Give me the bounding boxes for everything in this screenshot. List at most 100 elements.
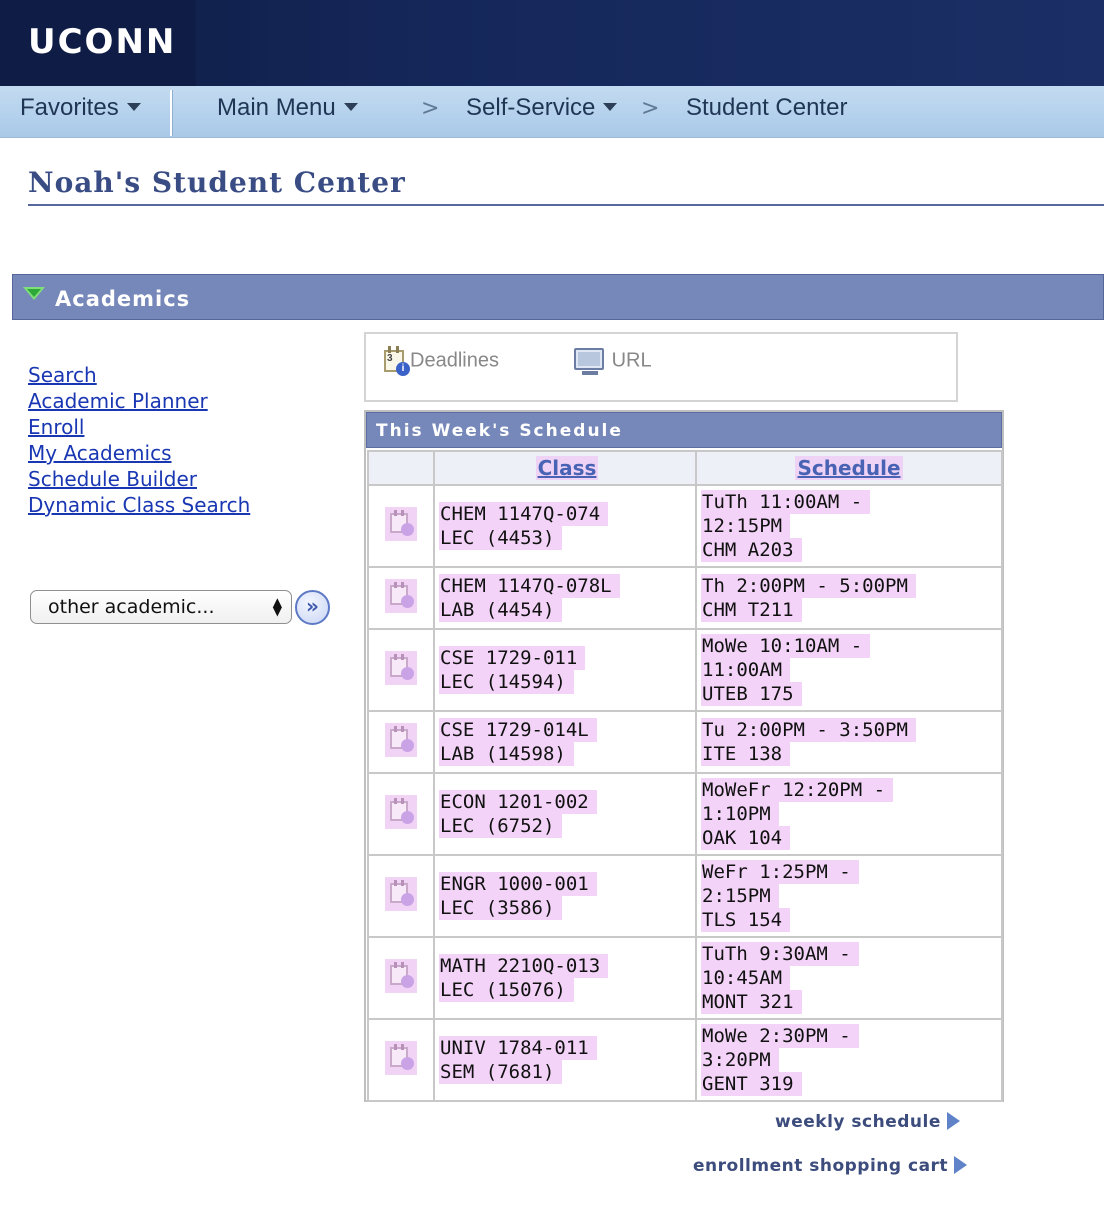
table-row: ENGR 1000-001 LEC (3586) WeFr 1:25PM -2:15…	[367, 854, 1003, 938]
double-chevron-right-icon[interactable]: »	[295, 590, 330, 625]
class-details-icon[interactable]	[385, 650, 417, 685]
row-icon-cell	[367, 1018, 435, 1102]
link-search[interactable]: Search	[28, 362, 250, 388]
schedule-text: WeFr 1:25PM -	[701, 860, 859, 884]
main-menu[interactable]: Main Menu	[217, 94, 358, 122]
link-schedule-builder[interactable]: Schedule Builder	[28, 466, 250, 492]
academics-section-header[interactable]: Academics	[12, 274, 1104, 320]
schedule-text: OAK 104	[701, 826, 791, 850]
class-sort-link[interactable]: Class	[535, 456, 599, 480]
link-dynamic-class-search[interactable]: Dynamic Class Search	[28, 492, 250, 518]
icon-column-header	[367, 450, 435, 486]
uconn-logo[interactable]: UCONN	[0, 0, 196, 86]
chevron-down-icon	[343, 103, 358, 111]
calendar-info-icon: 3i	[382, 346, 410, 376]
table-row: CHEM 1147Q-074 LEC (4453) TuTh 11:00AM -12…	[367, 484, 1003, 568]
link-enroll[interactable]: Enroll	[28, 414, 250, 440]
schedule-table: Class Schedule CHEM 1147Q-074 LEC (4453) T…	[367, 450, 1003, 1102]
schedule-text: Th 2:00PM - 5:00PM	[701, 574, 916, 598]
favorites-menu[interactable]: Favorites	[20, 94, 141, 122]
url-label: URL	[611, 349, 652, 372]
chevron-down-icon	[126, 103, 141, 111]
url-link[interactable]: URL	[574, 346, 652, 376]
class-cell: ENGR 1000-001 LEC (3586)	[433, 854, 697, 938]
schedule-text: 3:20PM	[701, 1048, 779, 1072]
top-banner: UCONN	[0, 0, 1104, 86]
schedule-text: MoWe 2:30PM -	[701, 1024, 859, 1048]
table-row: UNIV 1784-011 SEM (7681) MoWe 2:30PM -3:20…	[367, 1018, 1003, 1102]
link-my-academics[interactable]: My Academics	[28, 440, 250, 466]
schedule-cell: TuTh 9:30AM -10:45AM MONT 321	[695, 936, 1003, 1020]
class-details-icon[interactable]	[385, 958, 417, 993]
weekly-schedule-link[interactable]: weekly schedule	[775, 1112, 960, 1132]
class-cell: MATH 2210Q-013 LEC (15076)	[433, 936, 697, 1020]
breadcrumb-separator: >	[421, 96, 440, 121]
schedule-text: TuTh 11:00AM -	[701, 490, 871, 514]
class-cell: CSE 1729-011 LEC (14594)	[433, 628, 697, 712]
play-arrow-icon	[946, 1112, 960, 1130]
class-text: LAB (14598)	[439, 742, 574, 766]
deadlines-link[interactable]: 3i Deadlines	[382, 346, 499, 376]
table-row: MATH 2210Q-013 LEC (15076) TuTh 9:30AM -10…	[367, 936, 1003, 1020]
student-center-crumb[interactable]: Student Center	[686, 94, 847, 122]
row-icon-cell	[367, 936, 435, 1020]
page-title: Noah's Student Center	[28, 166, 406, 199]
schedule-text: MONT 321	[701, 990, 802, 1014]
schedule-column-header: Schedule	[695, 450, 1003, 486]
section-title: Academics	[55, 287, 191, 311]
class-text: LEC (6752)	[439, 814, 563, 838]
table-row: ECON 1201-002 LEC (6752) MoWeFr 12:20PM -1…	[367, 772, 1003, 856]
class-details-icon[interactable]	[385, 794, 417, 829]
class-text: LAB (4454)	[439, 598, 563, 622]
other-academic-select[interactable]: other academic... ▲ ▼	[30, 590, 292, 624]
title-divider	[28, 204, 1104, 206]
schedule-header: This Week's Schedule	[366, 412, 1002, 448]
class-cell: CHEM 1147Q-074 LEC (4453)	[433, 484, 697, 568]
shopping-cart-label: enrollment shopping cart	[693, 1156, 949, 1176]
schedule-text: MoWeFr 12:20PM -	[701, 778, 894, 802]
schedule-cell: MoWe 10:10AM -11:00AM UTEB 175	[695, 628, 1003, 712]
shopping-cart-link[interactable]: enrollment shopping cart	[693, 1156, 968, 1176]
main-menu-label: Main Menu	[217, 94, 336, 121]
class-text: CSE 1729-014L	[439, 718, 597, 742]
schedule-text: UTEB 175	[701, 682, 802, 706]
class-details-icon[interactable]	[385, 722, 417, 757]
schedule-title: This Week's Schedule	[376, 421, 623, 441]
row-icon-cell	[367, 710, 435, 774]
row-icon-cell	[367, 772, 435, 856]
favorites-label: Favorites	[20, 94, 119, 121]
weekly-schedule-label: weekly schedule	[775, 1112, 941, 1132]
class-details-icon[interactable]	[385, 1040, 417, 1075]
schedule-text: MoWe 10:10AM -	[701, 634, 871, 658]
select-updown-icon: ▲ ▼	[272, 595, 282, 618]
class-text: LEC (4453)	[439, 526, 563, 550]
nav-divider	[170, 90, 173, 136]
schedule-text: CHM T211	[701, 598, 802, 622]
class-text: SEM (7681)	[439, 1060, 563, 1084]
schedule-sort-link[interactable]: Schedule	[795, 456, 903, 480]
breadcrumb-nav: Favorites Main Menu > Self-Service > Stu…	[0, 86, 1104, 138]
class-text: ECON 1201-002	[439, 790, 597, 814]
schedule-text: ITE 138	[701, 742, 791, 766]
class-details-icon[interactable]	[385, 578, 417, 613]
schedule-text: TuTh 9:30AM -	[701, 942, 859, 966]
row-icon-cell	[367, 566, 435, 630]
row-icon-cell	[367, 484, 435, 568]
schedule-text: GENT 319	[701, 1072, 802, 1096]
logo-text: UCONN	[28, 22, 177, 62]
class-cell: UNIV 1784-011 SEM (7681)	[433, 1018, 697, 1102]
collapse-triangle-icon-inner	[27, 289, 41, 297]
class-details-icon[interactable]	[385, 876, 417, 911]
class-text: LEC (3586)	[439, 896, 563, 920]
class-details-icon[interactable]	[385, 506, 417, 541]
self-service-menu[interactable]: Self-Service	[466, 94, 618, 122]
quick-links-box: 3i Deadlines URL	[364, 332, 958, 402]
table-row: CHEM 1147Q-078L LAB (4454) Th 2:00PM - 5:0…	[367, 566, 1003, 630]
class-text: UNIV 1784-011	[439, 1036, 597, 1060]
class-text: LEC (15076)	[439, 978, 574, 1002]
table-header-row: Class Schedule	[367, 450, 1003, 486]
schedule-text: Tu 2:00PM - 3:50PM	[701, 718, 916, 742]
breadcrumb-separator: >	[641, 96, 660, 121]
link-academic-planner[interactable]: Academic Planner	[28, 388, 250, 414]
class-cell: CHEM 1147Q-078L LAB (4454)	[433, 566, 697, 630]
